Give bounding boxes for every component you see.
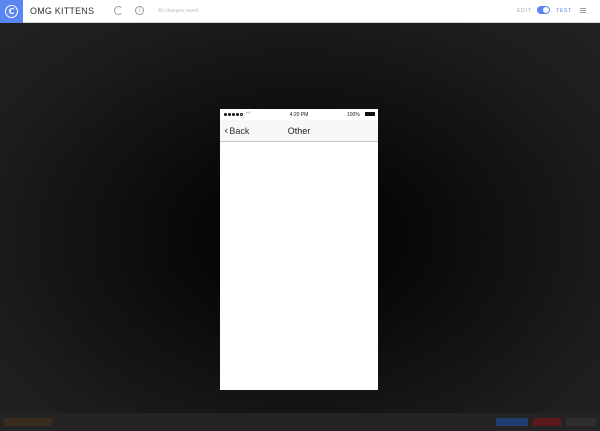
refresh-icon[interactable] — [114, 6, 123, 15]
canvas-stage: ◠ 4:20 PM 100% ‹ Back Other — [0, 23, 600, 413]
test-mode-label[interactable]: TEST — [556, 8, 572, 14]
bottom-bar-item[interactable] — [4, 418, 52, 426]
top-toolbar: C OMG KITTENS i All changes saved EDIT T… — [0, 0, 600, 23]
battery-percent: 100% — [347, 112, 360, 118]
bottom-bar-item[interactable] — [496, 418, 528, 426]
bottom-bar — [0, 413, 600, 431]
ios-status-bar: ◠ 4:20 PM 100% — [220, 109, 378, 120]
navigation-bar: ‹ Back Other — [220, 120, 378, 142]
app-title: OMG KITTENS — [30, 6, 95, 16]
edit-test-toggle[interactable] — [537, 6, 550, 14]
info-icon[interactable]: i — [135, 6, 144, 15]
screen-title: Other — [287, 126, 311, 136]
hamburger-menu-icon[interactable] — [580, 8, 586, 13]
app-logo[interactable]: C — [0, 0, 23, 23]
toggle-knob — [543, 7, 549, 13]
circular-c-logo-icon: C — [5, 5, 18, 18]
bottom-bar-item[interactable] — [566, 418, 596, 426]
battery-icon — [365, 112, 375, 116]
edit-mode-label[interactable]: EDIT — [517, 8, 532, 14]
bottom-bar-item[interactable] — [533, 418, 561, 426]
save-status: All changes saved — [158, 8, 199, 14]
phone-preview: ◠ 4:20 PM 100% ‹ Back Other — [220, 109, 378, 390]
